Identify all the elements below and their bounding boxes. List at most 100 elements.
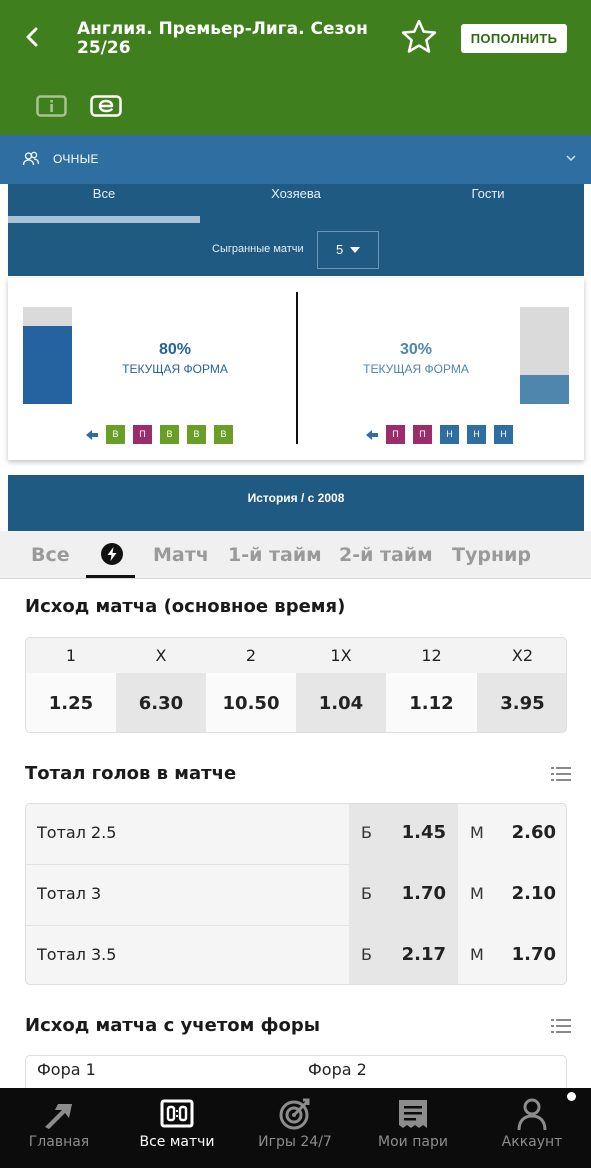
odd-cell-1[interactable]: 1.25 (26, 673, 116, 732)
outcome-table: 1 X 2 1X 12 X2 1.25 6.30 10.50 1.04 1.12… (25, 637, 567, 733)
market-tab-second-half[interactable]: 2-й тайм (339, 544, 433, 566)
form-result-chip: В (106, 425, 125, 444)
over-odd: 1.70 (401, 883, 446, 904)
total-row: Тотал 3 Б 1.70 М 2.10 (26, 865, 566, 926)
played-matches-label: Сыгранные матчи (212, 243, 304, 255)
home-form-results: ВПВВВ (86, 425, 233, 444)
total-under-cell[interactable]: М 2.10 (458, 865, 566, 926)
list-icon[interactable] (551, 1017, 571, 1035)
odd-cell-12[interactable]: 1.12 (386, 673, 477, 732)
arrow-left-icon (366, 429, 378, 440)
form-result-chip: П (133, 425, 152, 444)
topup-button[interactable]: ПОПОЛНИТЬ (461, 24, 567, 53)
caret-down-icon (350, 247, 360, 253)
nav-item-my-bets[interactable]: Мои пари (354, 1088, 472, 1168)
form-result-chip: Н (494, 425, 513, 444)
under-odd: 2.10 (511, 883, 556, 904)
under-label: М (470, 823, 484, 842)
total-name: Тотал 3.5 (37, 945, 117, 964)
nav-label: Мои пари (378, 1134, 448, 1150)
market-tab-indicator (86, 575, 135, 578)
away-form-results: ППННН (366, 425, 513, 444)
history-label: История / с 2008 (247, 491, 345, 505)
nav-item-games[interactable]: Игры 24/7 (236, 1088, 354, 1168)
under-odd: 2.60 (511, 822, 556, 843)
totals-title: Тотал голов в матче (25, 763, 237, 784)
under-label: М (470, 945, 484, 964)
notification-dot (567, 1092, 576, 1101)
away-form-caption: ТЕКУЩАЯ ФОРМА (363, 362, 469, 376)
total-over-cell[interactable]: Б 1.70 (349, 865, 458, 926)
total-over-cell[interactable]: Б 1.45 (349, 804, 458, 865)
odd-cell-x[interactable]: 6.30 (116, 673, 206, 732)
handicap-col-1: Фора 1 (37, 1060, 96, 1079)
people-icon (22, 151, 40, 166)
e-icon[interactable] (90, 95, 122, 117)
nav-label: Игры 24/7 (258, 1134, 332, 1150)
form-result-chip: В (160, 425, 179, 444)
star-icon[interactable] (400, 18, 438, 56)
market-tab-first-half[interactable]: 1-й тайм (228, 544, 322, 566)
under-label: М (470, 884, 484, 903)
total-row: Тотал 3.5 Б 2.17 М 1.70 (26, 926, 566, 984)
outcome-header-2: 2 (245, 646, 257, 665)
outcome-header-x: X (155, 646, 167, 665)
form-result-chip: В (214, 425, 233, 444)
played-matches-value: 5 (336, 242, 344, 257)
total-over-cell[interactable]: Б 2.17 (349, 926, 458, 984)
scoreboard-icon (160, 1099, 194, 1128)
home-arrow-icon (45, 1104, 72, 1129)
handicap-table (25, 1055, 567, 1089)
total-name: Тотал 2.5 (37, 823, 117, 842)
home-form-caption: ТЕКУЩАЯ ФОРМА (122, 362, 228, 376)
active-tab-indicator (8, 216, 200, 223)
outcome-header-12: 12 (421, 646, 442, 665)
total-under-cell[interactable]: М 2.60 (458, 804, 566, 865)
stats-tab-home[interactable]: Хозяева (200, 186, 392, 201)
nav-item-home[interactable]: Главная (0, 1088, 118, 1168)
nav-item-all-matches[interactable]: Все матчи (118, 1088, 236, 1168)
market-tab-tournament[interactable]: Турнир (452, 544, 531, 566)
form-result-chip: П (413, 425, 432, 444)
outcome-header-1x: 1X (330, 646, 352, 665)
user-icon (517, 1098, 547, 1131)
stats-tab-all[interactable]: Все (8, 186, 200, 201)
form-result-chip: Н (440, 425, 459, 444)
outcome-title: Исход матча (основное время) (25, 596, 346, 617)
handicap-col-2: Фора 2 (308, 1060, 367, 1079)
form-result-chip: В (187, 425, 206, 444)
form-divider (296, 292, 298, 444)
odd-cell-1x[interactable]: 1.04 (296, 673, 386, 732)
over-label: Б (361, 945, 372, 964)
total-name: Тотал 3 (37, 884, 102, 903)
filter-label: ОЧНЫЕ (53, 152, 99, 166)
market-tab-all[interactable]: Все (31, 544, 70, 566)
info-icon[interactable] (36, 95, 67, 117)
form-result-chip: П (386, 425, 405, 444)
list-icon[interactable] (551, 765, 571, 783)
page-title: Англия. Премьер-Лига. Сезон 25/26 (77, 19, 368, 58)
market-tab-match[interactable]: Матч (153, 544, 209, 566)
stats-tab-away[interactable]: Гости (392, 186, 584, 201)
over-label: Б (361, 884, 372, 903)
odd-cell-2[interactable]: 10.50 (206, 673, 296, 732)
nav-label: Аккаунт (501, 1134, 563, 1150)
home-form-bar (23, 307, 72, 404)
away-form-bar-fill (520, 374, 569, 404)
totals-table: Тотал 2.5 Б 1.45 М 2.60 Тотал 3 Б 1.70 М… (25, 803, 567, 985)
chevron-down-icon[interactable] (564, 152, 578, 164)
over-label: Б (361, 823, 372, 842)
form-result-chip: Н (467, 425, 486, 444)
away-form-percent: 30% (399, 341, 433, 358)
outcome-header-x2: X2 (511, 646, 534, 665)
away-form-bar (520, 307, 569, 404)
back-icon[interactable] (18, 20, 48, 54)
lightning-icon[interactable] (100, 542, 124, 566)
over-odd: 2.17 (401, 944, 446, 965)
handicap-title: Исход матча с учетом форы (25, 1015, 320, 1036)
played-matches-select[interactable]: 5 (317, 231, 379, 269)
target-icon (279, 1098, 310, 1130)
nav-label: Главная (28, 1134, 90, 1150)
total-under-cell[interactable]: М 1.70 (458, 926, 566, 984)
odd-cell-x2[interactable]: 3.95 (477, 673, 566, 732)
